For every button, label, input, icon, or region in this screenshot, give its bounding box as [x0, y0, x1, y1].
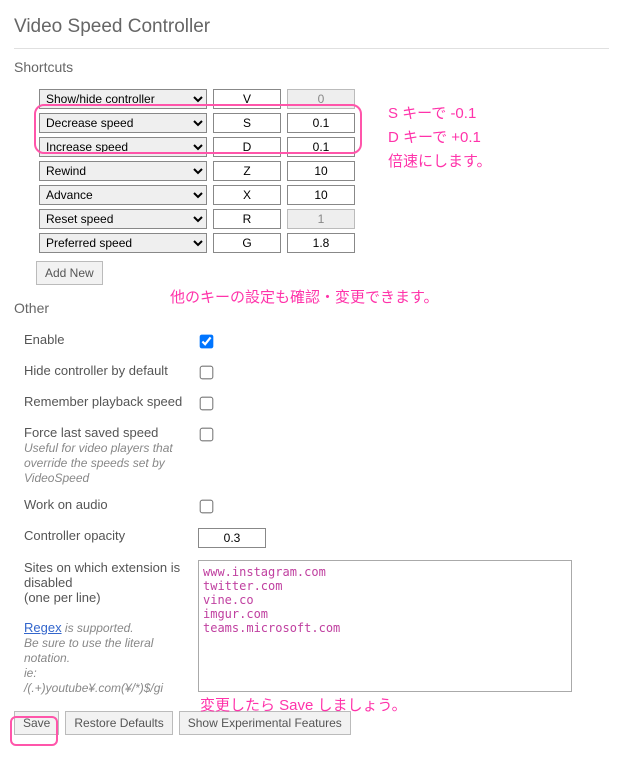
enable-label: Enable [18, 326, 192, 357]
shortcut-action-select[interactable]: Reset speed [39, 209, 207, 229]
disabled-sites-label: Sites on which extension is disabled (on… [18, 554, 192, 701]
shortcut-key-input[interactable] [213, 113, 281, 133]
shortcut-value-input[interactable] [287, 233, 355, 253]
shortcut-action-select[interactable]: Rewind [39, 161, 207, 181]
enable-checkbox[interactable] [200, 335, 214, 349]
shortcut-value-input[interactable] [287, 185, 355, 205]
annotation-text-1: S キーで -0.1 D キーで +0.1 倍速にします。 [388, 102, 492, 174]
annotation-text-2: 他のキーの設定も確認・変更できます。 [170, 286, 439, 310]
shortcut-row: Show/hide controller [36, 89, 358, 109]
shortcut-action-select[interactable]: Increase speed [39, 137, 207, 157]
shortcut-key-input[interactable] [213, 185, 281, 205]
shortcut-key-input[interactable] [213, 161, 281, 181]
shortcut-row: Decrease speed [36, 113, 358, 133]
hide-default-checkbox[interactable] [200, 366, 214, 380]
remember-label: Remember playback speed [18, 388, 192, 419]
disabled-sites-textarea[interactable] [198, 560, 572, 692]
shortcut-key-input[interactable] [213, 233, 281, 253]
shortcut-value-input[interactable] [287, 137, 355, 157]
audio-label: Work on audio [18, 491, 192, 522]
shortcut-key-input[interactable] [213, 209, 281, 229]
shortcut-value-input[interactable] [287, 113, 355, 133]
shortcut-action-select[interactable]: Decrease speed [39, 113, 207, 133]
opacity-label: Controller opacity [18, 522, 192, 554]
remember-checkbox[interactable] [200, 397, 214, 411]
shortcut-value-input[interactable] [287, 89, 355, 109]
other-table: Enable Hide controller by default Rememb… [18, 326, 578, 701]
shortcut-key-input[interactable] [213, 137, 281, 157]
page-title: Video Speed Controller [14, 16, 609, 38]
shortcut-action-select[interactable]: Advance [39, 185, 207, 205]
regex-link[interactable]: Regex [24, 620, 62, 635]
shortcut-value-input[interactable] [287, 209, 355, 229]
shortcut-action-select[interactable]: Preferred speed [39, 233, 207, 253]
hide-default-label: Hide controller by default [18, 357, 192, 388]
shortcut-key-input[interactable] [213, 89, 281, 109]
shortcut-row: Rewind [36, 161, 358, 181]
shortcut-row: Advance [36, 185, 358, 205]
save-button[interactable]: Save [14, 711, 59, 735]
add-new-button[interactable]: Add New [36, 261, 103, 285]
divider [14, 48, 609, 49]
annotation-text-3: 変更したら Save しましょう。 [200, 694, 407, 718]
shortcut-value-input[interactable] [287, 161, 355, 181]
force-checkbox[interactable] [200, 428, 214, 442]
shortcut-row: Reset speed [36, 209, 358, 229]
audio-checkbox[interactable] [200, 500, 214, 514]
shortcut-row: Preferred speed [36, 233, 358, 253]
force-label: Force last saved speed Useful for video … [18, 419, 192, 491]
shortcut-row: Increase speed [36, 137, 358, 157]
force-hint: Useful for video players that override t… [24, 441, 173, 485]
section-shortcuts-label: Shortcuts [14, 59, 609, 75]
shortcut-action-select[interactable]: Show/hide controller [39, 89, 207, 109]
opacity-input[interactable] [198, 528, 266, 548]
shortcuts-table: Show/hide controller Decrease speed Increa… [36, 85, 358, 257]
restore-defaults-button[interactable]: Restore Defaults [65, 711, 172, 735]
